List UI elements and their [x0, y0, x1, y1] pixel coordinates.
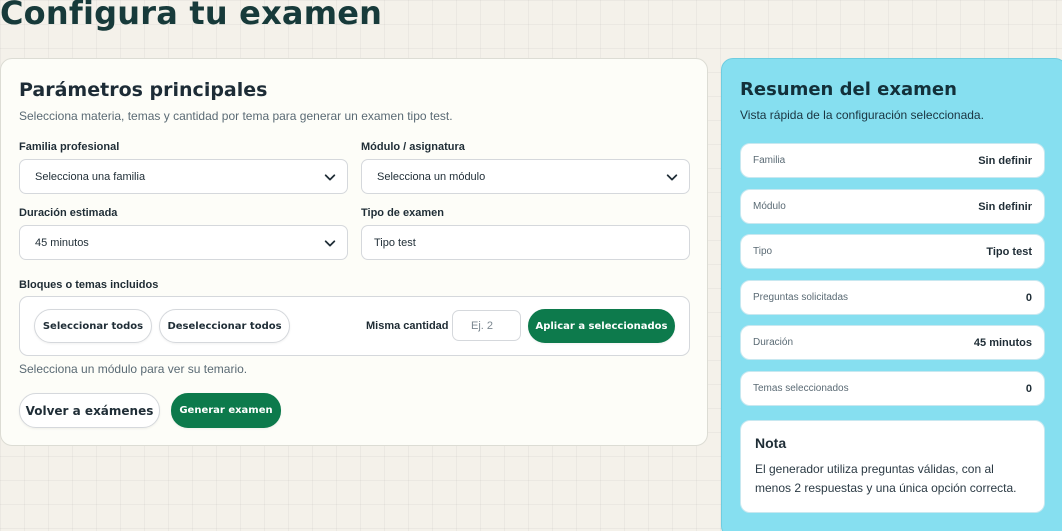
familia-select[interactable]: Selecciona una familia: [19, 159, 348, 194]
modulo-select[interactable]: Selecciona un módulo: [361, 159, 690, 194]
summary-key: Tipo: [753, 246, 773, 257]
apply-selected-button[interactable]: Aplicar a seleccionados: [528, 309, 675, 343]
field-modulo: Módulo / asignatura Selecciona un módulo: [361, 141, 690, 194]
summary-subtitle: Vista rápida de la configuración selecci…: [740, 108, 984, 122]
summary-row-preguntas: Preguntas solicitadas 0: [740, 280, 1045, 315]
modulo-select-value: Selecciona un módulo: [377, 170, 486, 183]
summary-note: Nota El generador utiliza preguntas váli…: [740, 420, 1045, 513]
duracion-select-value: 45 minutos: [35, 236, 89, 249]
summary-key: Familia: [753, 155, 786, 166]
summary-value: Sin definir: [978, 154, 1032, 167]
main-parameters-card: Parámetros principales Selecciona materi…: [0, 58, 708, 446]
summary-row-tipo: Tipo Tipo test: [740, 234, 1045, 269]
summary-value: 45 minutos: [973, 336, 1032, 349]
deselect-all-button[interactable]: Deseleccionar todos: [159, 309, 290, 343]
note-title: Nota: [755, 435, 787, 451]
summary-row-duracion: Duración 45 minutos: [740, 325, 1045, 360]
blocks-label: Bloques o temas incluidos: [19, 279, 159, 291]
field-familia: Familia profesional Selecciona una famil…: [19, 141, 348, 194]
duracion-label: Duración estimada: [19, 207, 118, 219]
same-quantity-label: Misma cantidad: [366, 320, 449, 332]
select-all-button[interactable]: Seleccionar todos: [34, 309, 152, 343]
summary-title: Resumen del examen: [740, 79, 957, 100]
summary-key: Módulo: [753, 201, 786, 212]
modulo-label: Módulo / asignatura: [361, 141, 465, 153]
field-duracion: Duración estimada 45 minutos: [19, 207, 348, 260]
summary-key: Duración: [753, 337, 794, 348]
tipo-input[interactable]: Tipo test: [361, 225, 690, 260]
blocks-hint: Selecciona un módulo para ver su temario…: [19, 362, 248, 376]
summary-value: Sin definir: [978, 200, 1032, 213]
summary-row-modulo: Módulo Sin definir: [740, 189, 1045, 224]
blocks-toolbar: Seleccionar todos Deseleccionar todos Mi…: [19, 296, 690, 356]
familia-select-value: Selecciona una familia: [35, 170, 146, 183]
summary-value: Tipo test: [986, 245, 1032, 258]
chevron-down-icon: [324, 239, 336, 246]
duracion-select[interactable]: 45 minutos: [19, 225, 348, 260]
same-quantity-input[interactable]: Ej. 2: [452, 310, 521, 341]
back-button[interactable]: Volver a exámenes: [19, 393, 160, 428]
familia-label: Familia profesional: [19, 141, 120, 153]
field-tipo: Tipo de examen Tipo test: [361, 207, 690, 260]
summary-row-familia: Familia Sin definir: [740, 143, 1045, 178]
summary-value: 0: [1025, 291, 1032, 304]
summary-panel: Resumen del examen Vista rápida de la co…: [721, 58, 1062, 531]
summary-row-temas: Temas seleccionados 0: [740, 371, 1045, 406]
summary-value: 0: [1025, 382, 1032, 395]
tipo-label: Tipo de examen: [361, 207, 444, 219]
page-title: Configura tu examen: [0, 0, 383, 32]
generate-exam-button[interactable]: Generar examen: [171, 393, 281, 428]
card-title: Parámetros principales: [19, 79, 268, 101]
note-text: El generador utiliza preguntas válidas, …: [755, 462, 1017, 495]
chevron-down-icon: [666, 173, 678, 180]
chevron-down-icon: [324, 173, 336, 180]
summary-key: Preguntas solicitadas: [753, 292, 849, 303]
tipo-input-value: Tipo test: [374, 236, 416, 249]
card-subtitle: Selecciona materia, temas y cantidad por…: [19, 109, 453, 123]
summary-key: Temas seleccionados: [753, 383, 849, 394]
